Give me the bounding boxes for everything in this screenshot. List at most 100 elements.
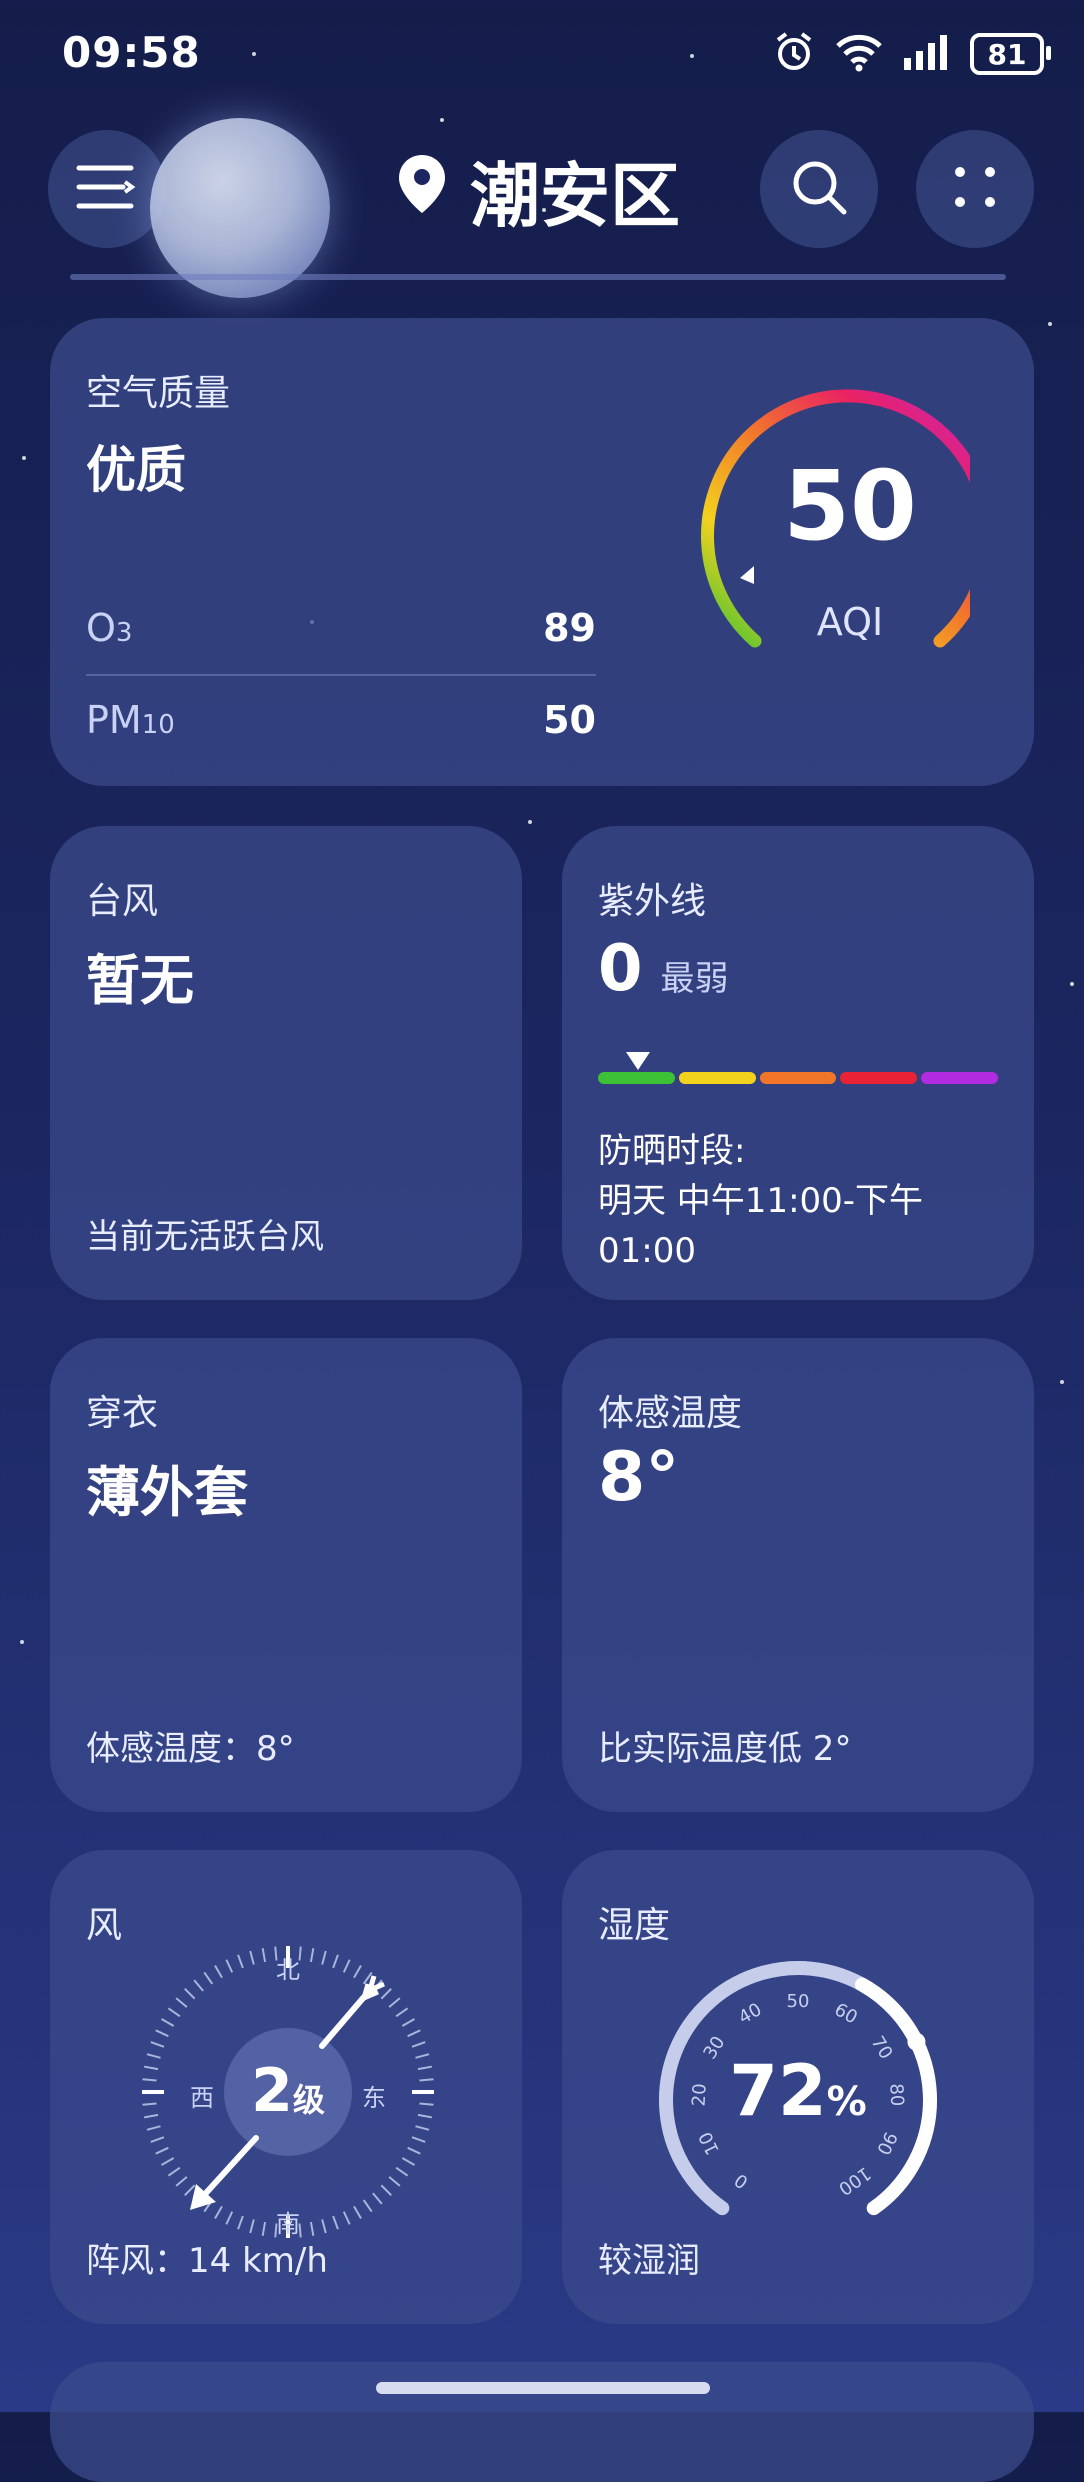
compass-tick — [150, 2136, 165, 2143]
compass-tick — [161, 2018, 175, 2027]
status-time: 09:58 — [62, 28, 201, 77]
wind-card[interactable]: 风 北 南 东 西 2级 阵风：14 km/h — [50, 1850, 522, 2324]
compass-tick — [395, 2166, 409, 2177]
uv-level-marker — [626, 1052, 650, 1070]
search-icon — [788, 156, 850, 222]
uv-desc: 最弱 — [660, 959, 729, 999]
compass-tick — [184, 1988, 196, 2000]
humidity-value: 72 — [729, 2050, 827, 2132]
compass-tick — [411, 2041, 426, 2048]
typhoon-label: 台风 — [86, 881, 159, 922]
humidity-tick-label: 50 — [787, 1991, 810, 2012]
humidity-tick-label: 0 — [731, 2169, 752, 2193]
compass-tick — [380, 2184, 392, 2196]
compass-tick — [407, 2029, 421, 2038]
typhoon-footer: 当前无活跃台风 — [86, 1217, 324, 1257]
battery-indicator: 81 — [970, 33, 1051, 75]
compass-tick — [150, 2041, 165, 2048]
humidity-tick-label: 10 — [695, 2128, 724, 2158]
compass-tick — [401, 2157, 415, 2166]
compass-tick — [388, 2176, 401, 2187]
menu-icon — [75, 162, 139, 216]
humidity-tick-label: 90 — [872, 2128, 901, 2158]
status-bar: 09:58 81 — [0, 0, 1084, 110]
humidity-tick-label: 40 — [735, 1999, 765, 2028]
uv-card[interactable]: 紫外线 0 最弱 防晒时段: 明天 中午11:00-下午 01:00 — [562, 826, 1034, 1300]
wind-level-unit: 级 — [292, 2081, 325, 2119]
pollutant-name: O3 — [86, 606, 133, 650]
sun-protection-time-end: 01:00 — [598, 1231, 696, 1271]
dots-grid-icon — [950, 162, 1000, 216]
aqi-gauge: 50 AQI — [640, 388, 994, 688]
compass-tick — [155, 2029, 169, 2038]
uv-scale-segment — [759, 1072, 837, 1084]
moon-illustration — [150, 118, 330, 298]
uv-scale-segment — [840, 1072, 918, 1084]
compass-tick — [411, 2136, 426, 2143]
pollutant-row-o3: O3 89 — [86, 606, 596, 650]
pollutant-divider — [86, 674, 596, 676]
alarm-icon — [772, 30, 816, 78]
feels-like-footer: 比实际温度低 2° — [598, 1729, 852, 1769]
signal-icon — [902, 34, 952, 74]
location-pin-icon — [396, 150, 448, 232]
compass-tick — [380, 1988, 392, 2000]
clothing-footer: 体感温度：8° — [86, 1729, 295, 1769]
compass-tick — [167, 2007, 181, 2018]
uv-scale-segment — [678, 1072, 756, 1084]
compass-tick — [388, 1997, 401, 2008]
uv-scale-segment — [921, 1072, 998, 1084]
typhoon-value: 暂无 — [86, 949, 194, 1012]
search-button[interactable] — [760, 130, 878, 248]
compass-tick — [407, 2146, 421, 2155]
uv-scale-segment — [598, 1072, 675, 1084]
location-title[interactable]: 潮安区 — [396, 140, 680, 241]
compass-tick — [155, 2146, 169, 2155]
air-quality-card[interactable]: 空气质量 优质 O3 89 PM10 50 50 AQI — [50, 318, 1034, 786]
feels-like-label: 体感温度 — [598, 1393, 743, 1434]
compass-tick — [184, 2184, 196, 2196]
clothing-card[interactable]: 穿衣 薄外套 体感温度：8° — [50, 1338, 522, 1812]
humidity-label: 湿度 — [598, 1905, 671, 1946]
pollutant-value: 50 — [543, 698, 596, 742]
location-name: 潮安区 — [470, 155, 680, 237]
feels-like-card[interactable]: 体感温度 8° 比实际温度低 2° — [562, 1338, 1034, 1812]
feels-like-value: 8° — [598, 1438, 680, 1517]
next-card-peek[interactable] — [50, 2362, 1034, 2482]
compass-north: 北 — [276, 1956, 300, 1984]
aqi-unit: AQI — [816, 600, 884, 644]
air-quality-level: 优质 — [86, 441, 186, 499]
humidity-tick-label: 100 — [834, 2162, 874, 2199]
typhoon-card[interactable]: 台风 暂无 当前无活跃台风 — [50, 826, 522, 1300]
uv-value: 0 — [598, 932, 643, 1006]
wind-gust: 阵风：14 km/h — [86, 2241, 328, 2281]
humidity-tick-label: 60 — [831, 1999, 861, 2028]
uv-label: 紫外线 — [598, 881, 707, 922]
compass-tick — [175, 1997, 188, 2008]
humidity-marker — [907, 2032, 926, 2051]
wind-label: 风 — [86, 1905, 123, 1946]
pollutant-name: PM10 — [86, 698, 175, 742]
compass-tick — [167, 2166, 181, 2177]
compass-tick — [175, 2176, 188, 2187]
pollutant-value: 89 — [543, 606, 596, 650]
air-quality-label: 空气质量 — [86, 373, 231, 414]
menu-button[interactable] — [48, 130, 166, 248]
aqi-value: 50 — [783, 450, 917, 562]
home-indicator[interactable] — [376, 2382, 710, 2394]
pollutant-row-pm10: PM10 50 — [86, 698, 596, 742]
more-button[interactable] — [916, 130, 1034, 248]
compass-tick — [415, 2125, 430, 2131]
compass-tick — [372, 2192, 383, 2205]
wifi-icon — [834, 32, 884, 76]
compass-tick — [401, 2018, 415, 2027]
uv-scale-bar — [598, 1072, 998, 1084]
humidity-card[interactable]: 湿度 0 10 20 30 40 50 60 70 80 90 100 72% 较湿润 — [562, 1850, 1034, 2324]
sun-protection-title: 防晒时段: — [598, 1131, 746, 1171]
wind-level: 2 — [251, 2056, 293, 2126]
sun-protection-time: 明天 中午11:00-下午 — [598, 1181, 924, 1221]
scroll-edge-divider — [70, 274, 1006, 280]
clothing-value: 薄外套 — [86, 1461, 248, 1524]
compass-tick — [146, 2125, 161, 2131]
humidity-unit: % — [826, 2079, 867, 2125]
